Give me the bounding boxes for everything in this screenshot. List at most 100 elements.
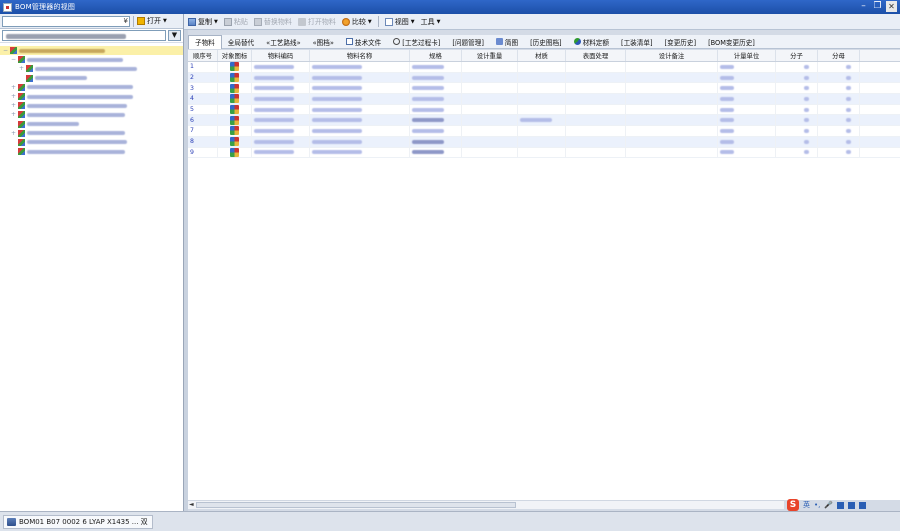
open-item-button[interactable]: 打开物料	[297, 17, 336, 27]
part-object-icon	[230, 73, 239, 83]
column-header[interactable]: 分母	[818, 50, 860, 61]
column-header[interactable]: 物料名称	[310, 50, 410, 61]
table-row[interactable]: 6	[188, 115, 900, 127]
object-icon-cell	[218, 62, 252, 72]
tree-node[interactable]: −	[0, 46, 183, 56]
keyboard-icon[interactable]	[837, 501, 845, 509]
column-header[interactable]: 规格	[410, 50, 462, 61]
chevron-down-icon: ▼	[163, 18, 167, 24]
compare-button[interactable]: 比较 ▼	[341, 17, 372, 27]
grid-cell	[252, 104, 310, 115]
tab-6[interactable]: [问题管理]	[446, 35, 490, 49]
ime-toolbar: S 英 •, 🎤	[787, 499, 867, 511]
horizontal-scrollbar[interactable]: ◄	[188, 500, 784, 509]
replace-button[interactable]: 替换物料	[253, 17, 292, 27]
sequence-cell: 4	[188, 94, 218, 104]
shirt-icon[interactable]	[848, 501, 856, 509]
column-header[interactable]: 设计重量	[462, 50, 518, 61]
task-bom-window[interactable]: BOM01 B07 0002 6 LYAP X1435 ... 双	[3, 515, 153, 529]
tab-3[interactable]: «图档»	[307, 35, 340, 49]
column-header[interactable]: 计量单位	[718, 50, 776, 61]
tree-node[interactable]: −	[0, 55, 183, 64]
grid-cell	[410, 147, 462, 158]
close-button[interactable]: ✕	[886, 1, 897, 12]
redacted-value	[254, 64, 294, 69]
combo-dropdown-button[interactable]: ▼	[168, 30, 181, 41]
open-item-label: 打开物料	[307, 17, 336, 26]
tab-12[interactable]: [BOM变更历史]	[702, 35, 761, 49]
table-row[interactable]: 2	[188, 72, 900, 84]
tree-node[interactable]	[0, 147, 183, 156]
column-header[interactable]: 设计备注	[626, 50, 718, 61]
tree-node[interactable]: +	[0, 64, 183, 73]
column-header[interactable]: 顺序号	[188, 50, 218, 61]
tab-1[interactable]: 全局替代	[222, 35, 260, 49]
tree-node[interactable]: +	[0, 101, 183, 110]
expand-icon[interactable]: +	[19, 65, 24, 72]
grid-menu-icon[interactable]	[859, 501, 867, 509]
table-row[interactable]: 3	[188, 83, 900, 95]
expand-icon[interactable]: +	[11, 102, 16, 109]
tree-node[interactable]	[0, 74, 183, 83]
ime-lang-toggle[interactable]: 英	[803, 500, 810, 510]
column-header[interactable]: 材质	[518, 50, 566, 61]
table-row[interactable]: 4	[188, 94, 900, 105]
column-header[interactable]: 对象图标	[218, 50, 252, 61]
table-row[interactable]: 5	[188, 104, 900, 116]
tree-node[interactable]: +	[0, 110, 183, 119]
tab-10[interactable]: [工装清单]	[615, 35, 659, 49]
expand-icon[interactable]: +	[11, 84, 16, 91]
tree-node-label	[27, 149, 125, 154]
tab-label: 技术文件	[354, 38, 382, 47]
grid-cell	[818, 126, 860, 136]
tree-node[interactable]	[0, 138, 183, 147]
open-button[interactable]: 打开 ▼	[137, 16, 167, 26]
table-row[interactable]: 8	[188, 136, 900, 148]
column-header[interactable]: 表面处理	[566, 50, 626, 61]
tree-node[interactable]	[0, 120, 183, 129]
paste-button[interactable]: 粘贴	[223, 17, 248, 27]
column-header[interactable]: 分子	[776, 50, 818, 61]
redacted-value	[846, 139, 851, 144]
tab-0[interactable]: 子物料	[188, 34, 222, 49]
root-item-combo[interactable]	[2, 30, 166, 41]
object-icon-cell	[218, 136, 252, 147]
table-row[interactable]: 7	[188, 126, 900, 137]
scrollbar-thumb[interactable]	[196, 502, 516, 508]
bom-selector[interactable]: ¥	[2, 15, 130, 27]
tab-5[interactable]: [工艺过程卡]	[387, 35, 446, 49]
tree-node[interactable]: +	[0, 129, 183, 138]
tab-7[interactable]: 简图	[490, 35, 524, 49]
minimize-button[interactable]: –	[858, 1, 869, 12]
redacted-value	[846, 86, 851, 91]
tree-node[interactable]: +	[0, 83, 183, 92]
tab-11[interactable]: [变更历史]	[659, 35, 703, 49]
grid-cell	[776, 147, 818, 158]
column-header[interactable]: 物料编码	[252, 50, 310, 61]
collapse-icon[interactable]: −	[3, 47, 8, 54]
collapse-icon[interactable]: −	[11, 56, 16, 63]
tab-9[interactable]: 材料定额	[568, 35, 615, 49]
view-button[interactable]: 视图 ▼	[384, 17, 415, 27]
tab-2[interactable]: «工艺路线»	[260, 35, 306, 49]
expand-icon[interactable]: +	[11, 130, 16, 137]
grid-cell	[776, 104, 818, 115]
expand-icon[interactable]: +	[11, 93, 16, 100]
tree-node-label	[27, 140, 127, 145]
table-row[interactable]: 9	[188, 147, 900, 159]
expand-icon[interactable]: +	[11, 111, 16, 118]
restore-button[interactable]: ❐	[872, 1, 883, 12]
punctuation-icon[interactable]: •,	[814, 501, 820, 509]
tab-8[interactable]: [历史图档]	[524, 35, 568, 49]
scroll-left-icon[interactable]: ◄	[189, 501, 194, 508]
toolbar-separator	[377, 16, 379, 27]
grid-cell	[818, 62, 860, 72]
copy-button[interactable]: 复制 ▼	[188, 17, 218, 27]
tree-node[interactable]: +	[0, 92, 183, 101]
microphone-icon[interactable]: 🎤	[824, 501, 833, 509]
ime-logo-icon[interactable]: S	[787, 499, 799, 511]
table-row[interactable]: 1	[188, 62, 900, 73]
tab-4[interactable]: 技术文件	[340, 35, 387, 49]
grid-cell	[410, 83, 462, 94]
tools-button[interactable]: 工具 ▼	[421, 17, 441, 27]
